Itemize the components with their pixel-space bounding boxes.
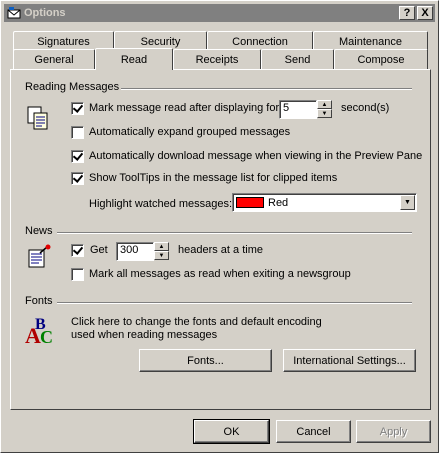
highlight-watched-label: Highlight watched messages: bbox=[89, 198, 233, 210]
mark-read-label: Mark message read after displaying for bbox=[89, 102, 280, 114]
news-heading: News bbox=[25, 225, 53, 237]
spin-down-icon[interactable]: ▼ bbox=[317, 109, 332, 118]
tab-compose[interactable]: Compose bbox=[334, 49, 428, 69]
fonts-description-line2: used when reading messages bbox=[71, 329, 218, 341]
highlight-color-select[interactable]: Red ▼ bbox=[232, 193, 417, 212]
auto-download-label: Automatically download message when view… bbox=[89, 150, 423, 162]
reading-messages-icon bbox=[26, 105, 50, 134]
close-button[interactable]: X bbox=[417, 6, 433, 20]
help-button[interactable]: ? bbox=[399, 6, 415, 20]
show-tooltips-checkbox[interactable] bbox=[71, 172, 84, 185]
get-headers-label: Get bbox=[90, 244, 108, 256]
get-headers-checkbox[interactable] bbox=[71, 244, 84, 257]
options-dialog: Options ? X Signatures Security Connecti… bbox=[0, 0, 439, 453]
svg-text:C: C bbox=[40, 327, 53, 347]
tab-read[interactable]: Read bbox=[95, 48, 173, 70]
chevron-down-icon[interactable]: ▼ bbox=[400, 195, 415, 210]
fonts-separator bbox=[57, 302, 412, 304]
fonts-description-line1: Click here to change the fonts and defau… bbox=[71, 316, 322, 328]
window-title: Options bbox=[24, 7, 66, 19]
fonts-heading: Fonts bbox=[25, 295, 53, 307]
news-icon bbox=[26, 244, 52, 273]
spin-up-icon[interactable]: ▲ bbox=[317, 100, 332, 109]
international-settings-button[interactable]: International Settings... bbox=[283, 349, 416, 372]
title-bar[interactable]: Options ? X bbox=[4, 4, 435, 22]
headers-at-a-time-label: headers at a time bbox=[178, 244, 263, 256]
tab-connection[interactable]: Connection bbox=[207, 31, 313, 51]
apply-button[interactable]: Apply bbox=[356, 420, 431, 443]
tab-general[interactable]: General bbox=[13, 49, 95, 69]
tab-maintenance[interactable]: Maintenance bbox=[313, 31, 428, 51]
mark-all-read-checkbox[interactable] bbox=[71, 268, 84, 281]
news-separator bbox=[57, 232, 412, 234]
spin-up-icon[interactable]: ▲ bbox=[154, 242, 169, 251]
red-color-swatch bbox=[236, 197, 264, 208]
headers-count-input[interactable]: 300 bbox=[116, 242, 154, 261]
mark-read-checkbox[interactable] bbox=[71, 102, 84, 115]
tab-receipts[interactable]: Receipts bbox=[173, 49, 261, 69]
headers-count-spinner[interactable]: ▲ ▼ bbox=[154, 242, 169, 261]
seconds-label: second(s) bbox=[341, 102, 390, 114]
reading-separator bbox=[121, 88, 412, 90]
auto-download-checkbox[interactable] bbox=[71, 150, 84, 163]
mark-all-read-label: Mark all messages as read when exiting a… bbox=[89, 268, 351, 280]
spin-down-icon[interactable]: ▼ bbox=[154, 251, 169, 260]
reading-messages-heading: Reading Messages bbox=[25, 81, 120, 93]
fonts-button[interactable]: Fonts... bbox=[139, 349, 272, 372]
highlight-color-value: Red bbox=[268, 196, 289, 209]
mark-read-seconds-spinner[interactable]: ▲ ▼ bbox=[317, 100, 332, 119]
mark-read-seconds-input[interactable]: 5 bbox=[279, 100, 317, 119]
mail-app-icon bbox=[7, 6, 21, 20]
ok-button[interactable]: OK bbox=[193, 419, 270, 444]
show-tooltips-label: Show ToolTips in the message list for cl… bbox=[89, 172, 338, 184]
tab-send[interactable]: Send bbox=[261, 49, 334, 69]
expand-grouped-checkbox[interactable] bbox=[71, 126, 84, 139]
expand-grouped-label: Automatically expand grouped messages bbox=[89, 126, 291, 138]
cancel-button[interactable]: Cancel bbox=[276, 420, 351, 443]
fonts-icon: A B C bbox=[23, 311, 59, 350]
